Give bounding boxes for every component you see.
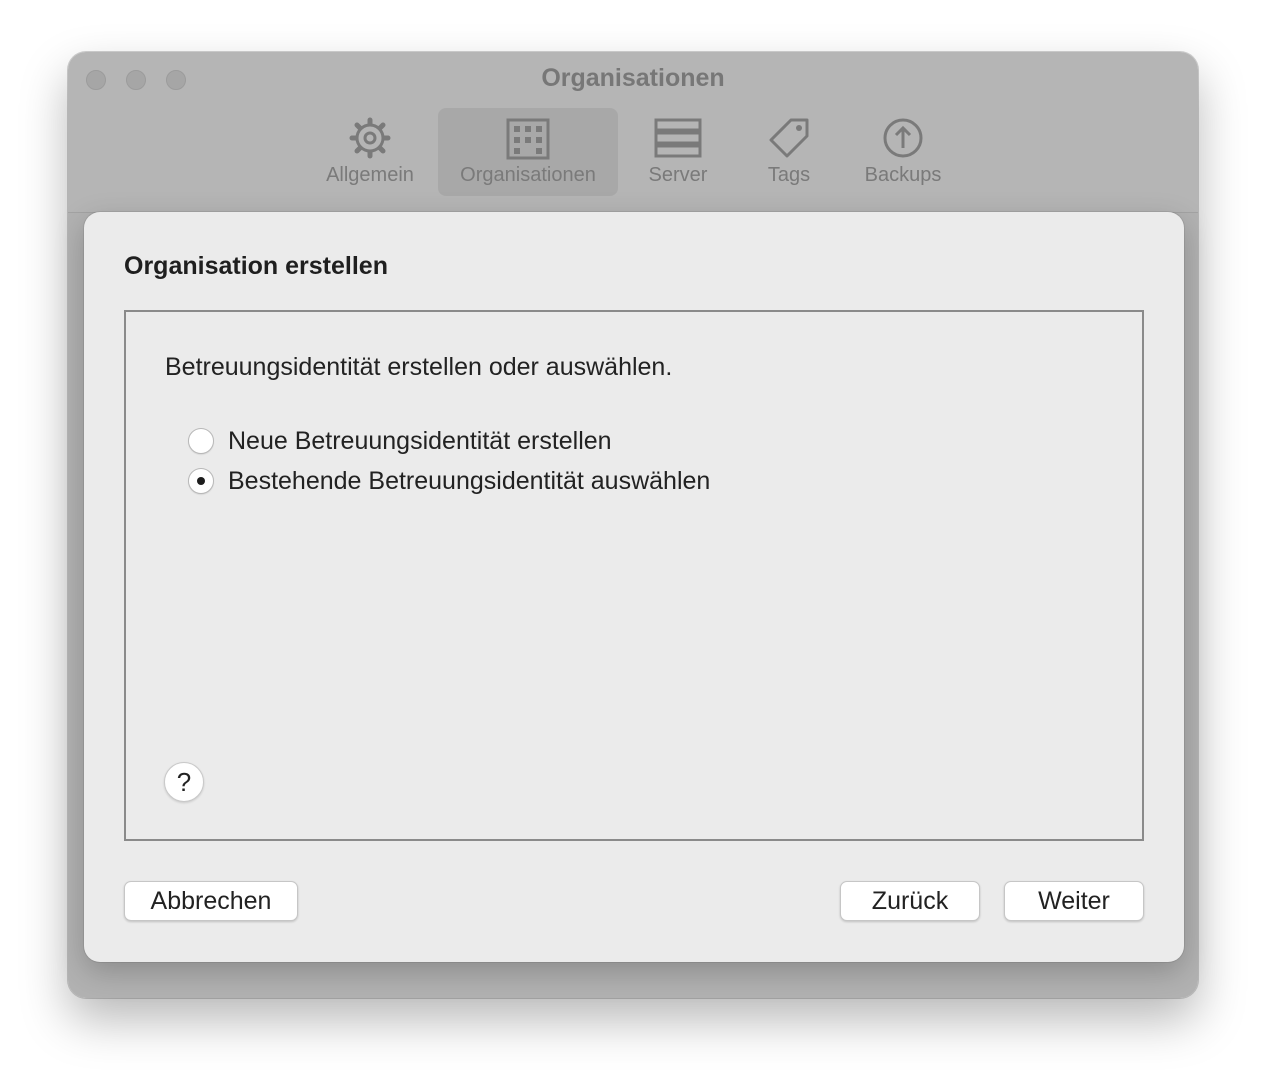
radio-label: Neue Betreuungsidentität erstellen [228,426,612,455]
back-button[interactable]: Zurück [840,881,980,921]
cancel-button[interactable]: Abbrechen [124,881,298,921]
help-button[interactable]: ? [164,762,204,802]
radio-label: Bestehende Betreuungsidentität auswählen [228,466,711,495]
prompt-text: Betreuungsidentität erstellen oder auswä… [165,353,673,381]
sheet-title: Organisation erstellen [124,252,388,280]
create-organisation-sheet: Organisation erstellen Betreuungsidentit… [84,212,1184,962]
radio-option-new-identity[interactable]: Neue Betreuungsidentität erstellen [188,425,612,457]
radio-option-existing-identity[interactable]: Bestehende Betreuungsidentität auswählen [188,465,710,497]
radio-button[interactable] [188,428,214,454]
next-button[interactable]: Weiter [1004,881,1144,921]
content-box: Betreuungsidentität erstellen oder auswä… [124,310,1144,841]
radio-button-selected[interactable] [188,468,214,494]
